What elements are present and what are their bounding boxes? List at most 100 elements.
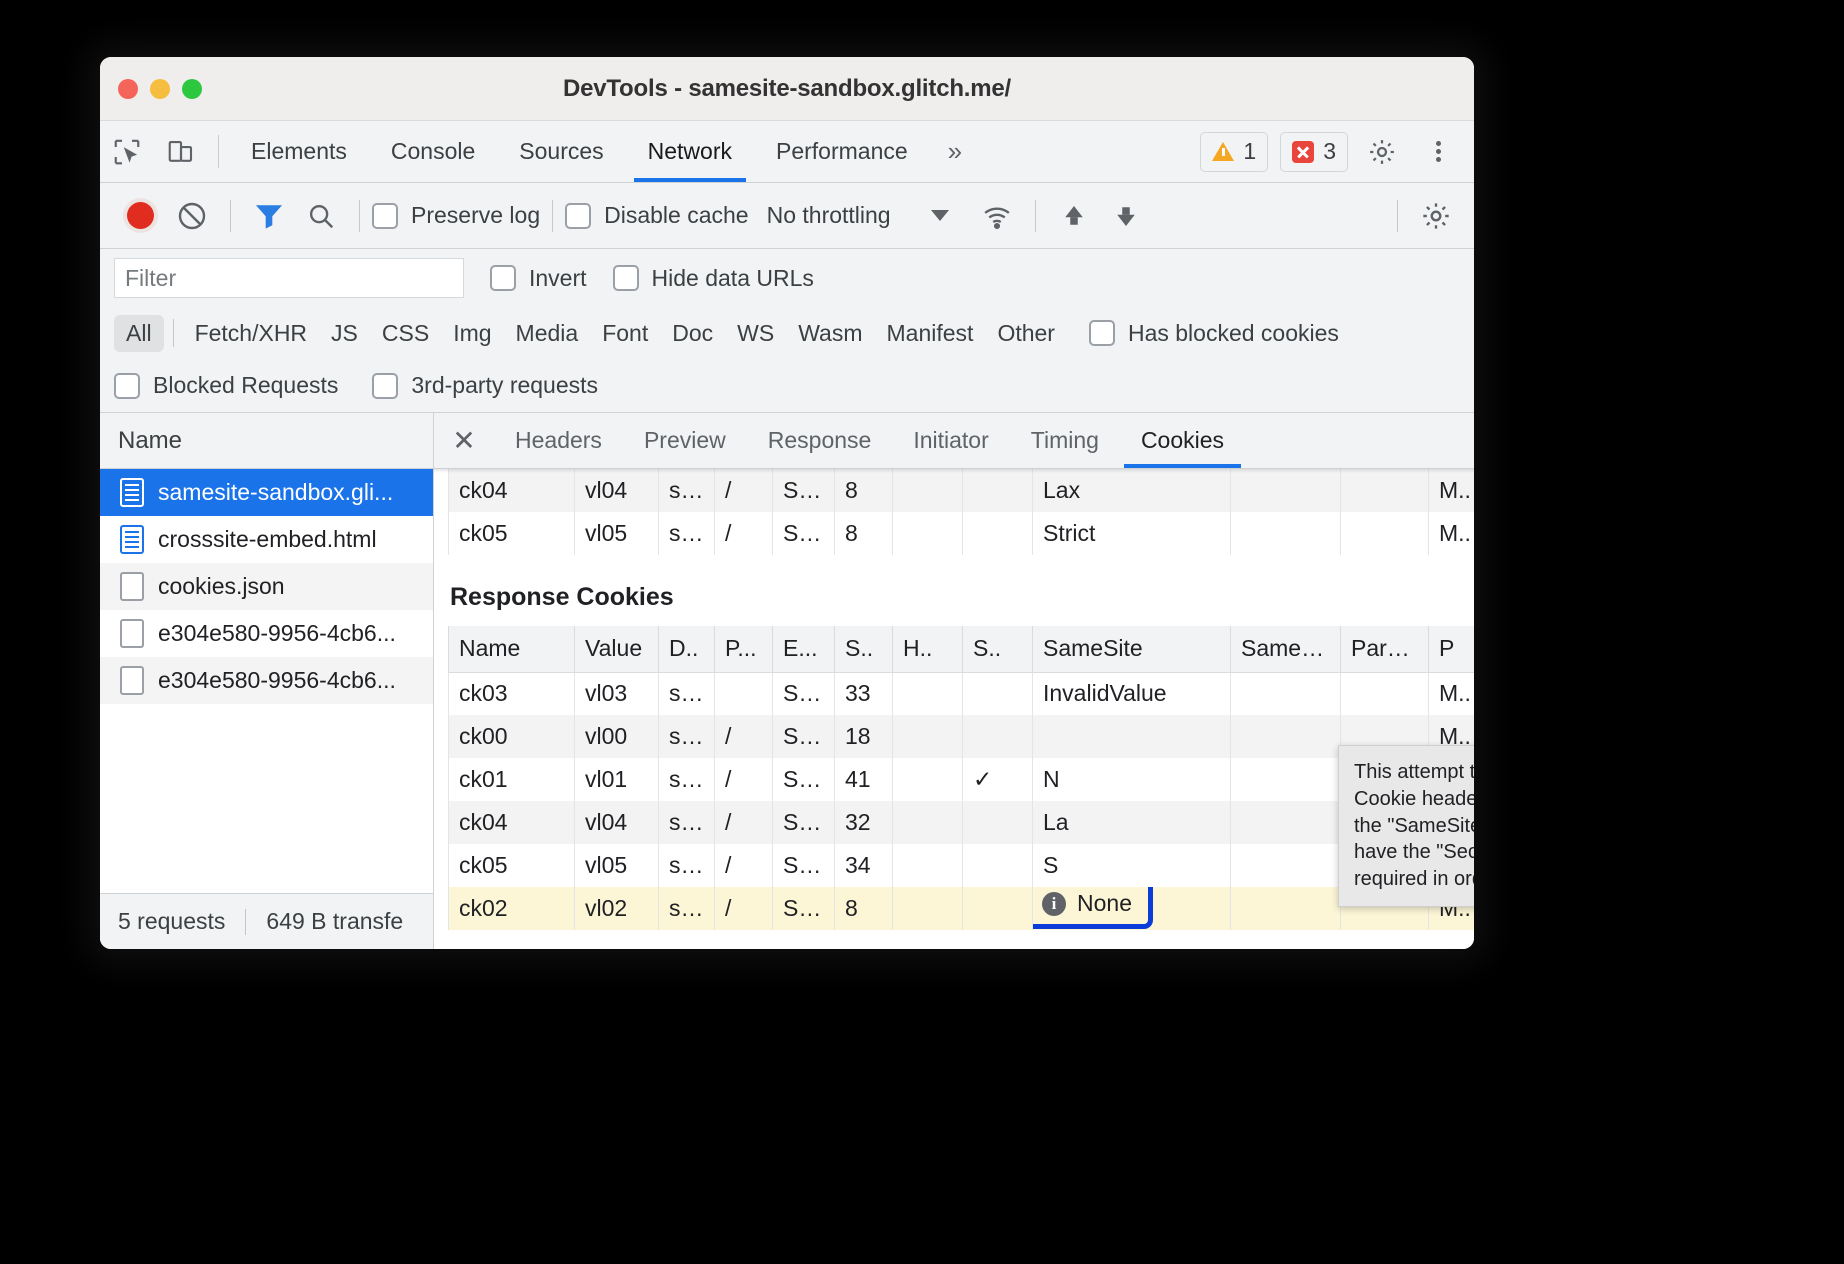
type-filter-doc[interactable]: Doc xyxy=(660,315,725,352)
column-header-partition[interactable]: Par… xyxy=(1341,626,1429,672)
tab-preview[interactable]: Preview xyxy=(623,413,747,468)
type-filter-wasm[interactable]: Wasm xyxy=(786,315,874,352)
inspect-element-icon[interactable] xyxy=(100,121,154,182)
type-filter-ws[interactable]: WS xyxy=(725,315,786,352)
column-header-sameparty[interactable]: Same… xyxy=(1231,626,1341,672)
cookie-size: 8 xyxy=(835,512,893,555)
column-header-name[interactable]: Name xyxy=(449,626,575,672)
tab-console[interactable]: Console xyxy=(369,121,497,182)
column-header-samesite[interactable]: SameSite xyxy=(1033,626,1231,672)
hide-data-urls-checkbox[interactable]: Hide data URLs xyxy=(613,265,814,292)
column-header-priority[interactable]: P xyxy=(1429,626,1475,672)
type-filter-all[interactable]: All xyxy=(114,315,164,352)
column-header-httponly[interactable]: H.. xyxy=(893,626,963,672)
disable-cache-label: Disable cache xyxy=(604,202,748,229)
close-icon[interactable]: ✕ xyxy=(434,413,494,468)
column-header-expires[interactable]: E... xyxy=(773,626,835,672)
column-header-domain[interactable]: D.. xyxy=(659,626,715,672)
list-item[interactable]: e304e580-9956-4cb6... xyxy=(100,610,433,657)
cookie-samesite-blocked-cell[interactable]: i None xyxy=(1033,887,1231,930)
column-header-value[interactable]: Value xyxy=(575,626,659,672)
close-window-button[interactable] xyxy=(118,79,138,99)
blocked-filter-row: Blocked Requests 3rd-party requests xyxy=(100,359,1474,413)
tab-cookies[interactable]: Cookies xyxy=(1120,413,1245,468)
warning-count-badge[interactable]: 1 xyxy=(1200,132,1268,172)
tab-elements[interactable]: Elements xyxy=(229,121,369,182)
toolbar-divider xyxy=(1397,200,1398,232)
cookie-domain: s… xyxy=(659,469,715,512)
type-filter-js[interactable]: JS xyxy=(319,315,370,352)
detail-tab-bar: ✕ Headers Preview Response Initiator Tim… xyxy=(434,413,1474,469)
table-row[interactable]: ck03 vl03 s… S… 33 InvalidValue M.. xyxy=(449,672,1475,715)
minimize-window-button[interactable] xyxy=(150,79,170,99)
column-header-secure[interactable]: S.. xyxy=(963,626,1033,672)
tab-response[interactable]: Response xyxy=(747,413,893,468)
filter-input[interactable] xyxy=(114,258,464,298)
tab-initiator[interactable]: Initiator xyxy=(892,413,1009,468)
filter-row: Invert Hide data URLs xyxy=(100,249,1474,307)
has-blocked-cookies-checkbox[interactable]: Has blocked cookies xyxy=(1089,320,1339,347)
type-filter-img[interactable]: Img xyxy=(441,315,503,352)
document-icon xyxy=(120,525,144,554)
type-filter-media[interactable]: Media xyxy=(504,315,591,352)
tab-performance[interactable]: Performance xyxy=(754,121,930,182)
filter-funnel-icon[interactable] xyxy=(243,201,295,231)
cookie-size: 32 xyxy=(835,801,893,844)
maximize-window-button[interactable] xyxy=(182,79,202,99)
more-options-icon[interactable] xyxy=(1416,138,1460,165)
tab-network[interactable]: Network xyxy=(626,121,754,182)
request-list-header[interactable]: Name xyxy=(100,413,433,469)
table-row[interactable]: ck04 vl04 s… / S… 32 La xyxy=(449,801,1475,844)
type-filter-other[interactable]: Other xyxy=(985,315,1067,352)
list-item[interactable]: e304e580-9956-4cb6... xyxy=(100,657,433,704)
record-button[interactable] xyxy=(114,202,166,229)
tab-sources[interactable]: Sources xyxy=(497,121,625,182)
invert-checkbox[interactable]: Invert xyxy=(490,265,587,292)
device-toolbar-icon[interactable] xyxy=(154,121,208,182)
list-item[interactable]: crosssite-embed.html xyxy=(100,516,433,563)
clear-button[interactable] xyxy=(166,200,218,232)
throttling-select[interactable]: No throttling xyxy=(767,202,949,229)
disable-cache-checkbox[interactable]: Disable cache xyxy=(565,202,748,229)
blocked-requests-checkbox[interactable]: Blocked Requests xyxy=(114,372,338,399)
tab-headers[interactable]: Headers xyxy=(494,413,623,468)
column-header-size[interactable]: S.. xyxy=(835,626,893,672)
response-cookies-title: Response Cookies xyxy=(450,583,1474,612)
cookie-domain: s… xyxy=(659,801,715,844)
column-header-path[interactable]: P... xyxy=(715,626,773,672)
cookie-expires: S… xyxy=(773,844,835,887)
list-item[interactable]: cookies.json xyxy=(100,563,433,610)
list-item[interactable]: samesite-sandbox.gli... xyxy=(100,469,433,516)
blocked-cookie-callout[interactable]: i None xyxy=(1033,887,1153,929)
cookie-secure xyxy=(963,512,1033,555)
type-filter-manifest[interactable]: Manifest xyxy=(875,315,986,352)
table-row[interactable]: ck04 vl04 s… / S… 8 Lax M.. xyxy=(449,469,1475,512)
more-tabs-icon[interactable]: » xyxy=(930,121,980,182)
settings-gear-icon[interactable] xyxy=(1360,137,1404,167)
cookie-size: 8 xyxy=(835,469,893,512)
window-titlebar: DevTools - samesite-sandbox.glitch.me/ xyxy=(100,57,1474,121)
export-har-icon[interactable] xyxy=(1100,201,1152,231)
type-filter-font[interactable]: Font xyxy=(590,315,660,352)
import-har-icon[interactable] xyxy=(1048,201,1100,231)
checkbox-box xyxy=(565,203,591,229)
window-controls[interactable] xyxy=(118,79,202,99)
cookie-httponly xyxy=(893,715,963,758)
table-row[interactable]: ck01 vl01 s… / S… 41 ✓ N xyxy=(449,758,1475,801)
table-row[interactable]: ck05 vl05 s… / S… 34 S xyxy=(449,844,1475,887)
search-icon[interactable] xyxy=(295,201,347,231)
third-party-requests-checkbox[interactable]: 3rd-party requests xyxy=(372,372,598,399)
tab-timing[interactable]: Timing xyxy=(1010,413,1120,468)
table-row[interactable]: ck02 vl02 s… / S… 8 i None xyxy=(449,887,1475,930)
preserve-log-checkbox[interactable]: Preserve log xyxy=(372,202,540,229)
status-divider xyxy=(245,909,246,935)
error-count-badge[interactable]: 3 xyxy=(1280,132,1348,172)
network-settings-gear-icon[interactable] xyxy=(1414,200,1458,232)
network-conditions-icon[interactable] xyxy=(971,201,1023,231)
invert-label: Invert xyxy=(529,265,587,292)
table-row[interactable]: ck05 vl05 s… / S… 8 Strict M.. xyxy=(449,512,1475,555)
type-filter-css[interactable]: CSS xyxy=(370,315,441,352)
table-row[interactable]: ck00 vl00 s… / S… 18 M.. xyxy=(449,715,1475,758)
type-filter-fetch-xhr[interactable]: Fetch/XHR xyxy=(183,315,319,352)
cookie-priority: M.. xyxy=(1429,469,1475,512)
